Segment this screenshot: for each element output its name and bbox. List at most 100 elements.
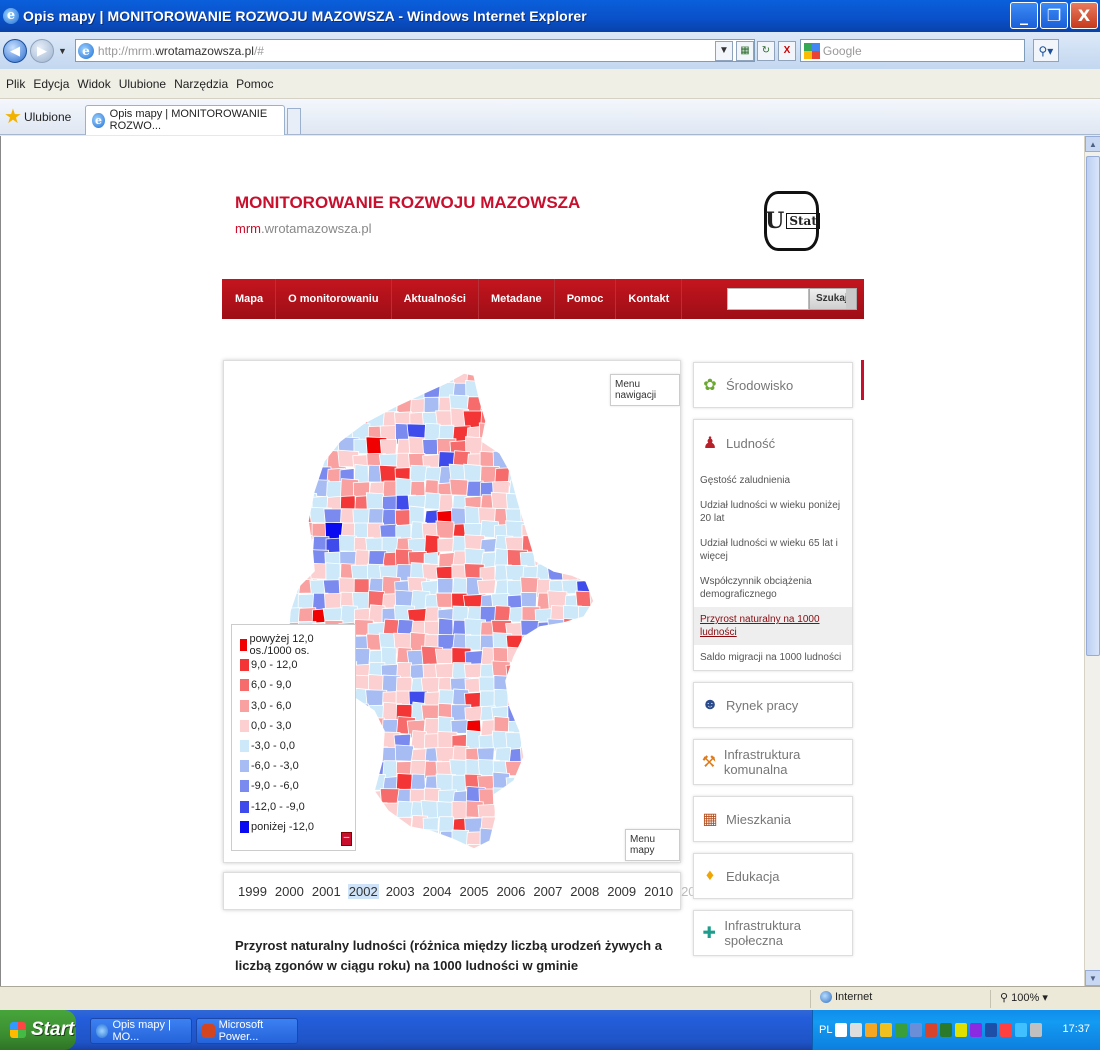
municipality-region[interactable] xyxy=(575,370,596,388)
municipality-region[interactable] xyxy=(589,408,607,430)
municipality-region[interactable] xyxy=(323,508,343,525)
municipality-region[interactable] xyxy=(494,801,515,820)
municipality-region[interactable] xyxy=(295,396,314,414)
municipality-region[interactable] xyxy=(532,368,554,387)
municipality-region[interactable] xyxy=(591,719,612,740)
municipality-region[interactable] xyxy=(578,785,596,808)
municipality-region[interactable] xyxy=(592,453,610,473)
municipality-region[interactable] xyxy=(507,366,525,386)
municipality-region[interactable] xyxy=(564,760,581,778)
municipality-region[interactable] xyxy=(337,396,360,418)
year-1999[interactable]: 1999 xyxy=(237,884,268,899)
municipality-region[interactable] xyxy=(452,577,469,594)
municipality-region[interactable] xyxy=(395,844,414,864)
municipality-region[interactable] xyxy=(578,464,595,483)
municipality-region[interactable] xyxy=(547,634,570,653)
municipality-region[interactable] xyxy=(548,661,570,680)
nav-item-0[interactable]: Mapa xyxy=(222,279,277,319)
municipality-region[interactable] xyxy=(506,422,527,441)
municipality-region[interactable] xyxy=(521,495,538,512)
municipality-region[interactable] xyxy=(367,508,385,524)
municipality-region[interactable] xyxy=(522,845,544,862)
municipality-region[interactable] xyxy=(561,395,582,416)
municipality-region[interactable] xyxy=(578,438,598,456)
municipality-region[interactable] xyxy=(312,437,329,459)
municipality-region[interactable] xyxy=(550,369,572,387)
municipality-region[interactable] xyxy=(323,370,342,388)
municipality-region[interactable] xyxy=(310,380,329,403)
municipality-region[interactable] xyxy=(520,370,541,386)
municipality-region[interactable] xyxy=(563,450,584,471)
year-2009[interactable]: 2009 xyxy=(606,884,637,899)
indicator-link[interactable]: Udział ludności w wieku poniżej 20 lat xyxy=(694,493,852,531)
menu-item-0[interactable]: Plik xyxy=(6,77,25,91)
municipality-region[interactable] xyxy=(533,704,556,725)
scroll-thumb[interactable] xyxy=(1086,156,1100,656)
navigation-menu-button[interactable]: Menu nawigacji xyxy=(610,374,680,406)
municipality-region[interactable] xyxy=(409,843,427,864)
municipality-region[interactable] xyxy=(562,703,584,721)
year-2000[interactable]: 2000 xyxy=(274,884,305,899)
municipality-region[interactable] xyxy=(410,369,427,388)
municipality-region[interactable] xyxy=(576,678,598,698)
municipality-region[interactable] xyxy=(520,395,540,415)
municipality-region[interactable] xyxy=(563,617,581,639)
municipality-region[interactable] xyxy=(548,436,566,456)
municipality-region[interactable] xyxy=(507,789,524,809)
municipality-region[interactable] xyxy=(353,817,375,834)
municipality-region[interactable] xyxy=(548,733,566,749)
municipality-region[interactable] xyxy=(564,410,582,428)
municipality-region[interactable] xyxy=(564,677,585,693)
municipality-region[interactable] xyxy=(562,424,579,441)
municipality-region[interactable] xyxy=(422,845,445,860)
window-title-bar[interactable]: e Opis mapy | MONITOROWANIE ROZWOJU MAZO… xyxy=(0,0,1100,32)
menu-item-1[interactable]: Edycja xyxy=(33,77,69,91)
forward-button[interactable]: ▶ xyxy=(30,38,54,63)
municipality-region[interactable] xyxy=(561,478,584,502)
municipality-region[interactable] xyxy=(564,831,584,849)
municipality-region[interactable] xyxy=(507,393,526,413)
municipality-region[interactable] xyxy=(577,704,595,720)
language-indicator[interactable]: PL xyxy=(819,1024,832,1036)
municipality-region[interactable] xyxy=(353,773,373,790)
municipality-region[interactable] xyxy=(479,690,496,708)
year-2001[interactable]: 2001 xyxy=(311,884,342,899)
start-button[interactable]: Start xyxy=(0,1010,76,1050)
municipality-region[interactable] xyxy=(578,382,594,399)
municipality-region[interactable] xyxy=(364,817,383,835)
municipality-region[interactable] xyxy=(564,733,581,750)
municipality-region[interactable] xyxy=(592,842,609,860)
municipality-region[interactable] xyxy=(281,397,302,416)
municipality-region[interactable] xyxy=(547,520,568,539)
municipality-region[interactable] xyxy=(449,759,468,777)
municipality-region[interactable] xyxy=(519,422,540,442)
municipality-region[interactable] xyxy=(563,718,583,737)
municipality-region[interactable] xyxy=(285,478,303,501)
municipality-region[interactable] xyxy=(478,383,500,401)
nav-item-5[interactable]: Kontakt xyxy=(616,279,683,319)
municipality-region[interactable] xyxy=(522,760,542,780)
year-2007[interactable]: 2007 xyxy=(532,884,563,899)
municipality-region[interactable] xyxy=(324,395,342,416)
municipality-region[interactable] xyxy=(578,394,594,417)
refresh-icon[interactable]: ↻ xyxy=(756,40,775,61)
tray-icon-10[interactable] xyxy=(1015,1023,1028,1037)
compatibility-view-icon[interactable]: ▦ xyxy=(735,40,754,61)
municipality-region[interactable] xyxy=(577,646,597,666)
search-input[interactable]: Google xyxy=(799,39,1025,62)
municipality-region[interactable] xyxy=(589,439,608,459)
municipality-region[interactable] xyxy=(285,563,306,585)
municipality-region[interactable] xyxy=(437,577,454,594)
zoom-control[interactable]: ⚲ 100% ▾ xyxy=(1000,991,1048,1004)
municipality-region[interactable] xyxy=(422,438,439,455)
bluetooth-icon[interactable] xyxy=(985,1023,998,1037)
municipality-region[interactable] xyxy=(337,366,361,390)
site-search-input[interactable] xyxy=(727,288,809,310)
municipality-region[interactable] xyxy=(421,828,439,847)
municipality-region[interactable] xyxy=(322,409,344,429)
municipality-region[interactable] xyxy=(284,506,305,529)
municipality-region[interactable] xyxy=(534,438,553,459)
municipality-region[interactable] xyxy=(562,537,584,555)
municipality-region[interactable] xyxy=(550,845,568,863)
municipality-region[interactable] xyxy=(532,803,553,822)
